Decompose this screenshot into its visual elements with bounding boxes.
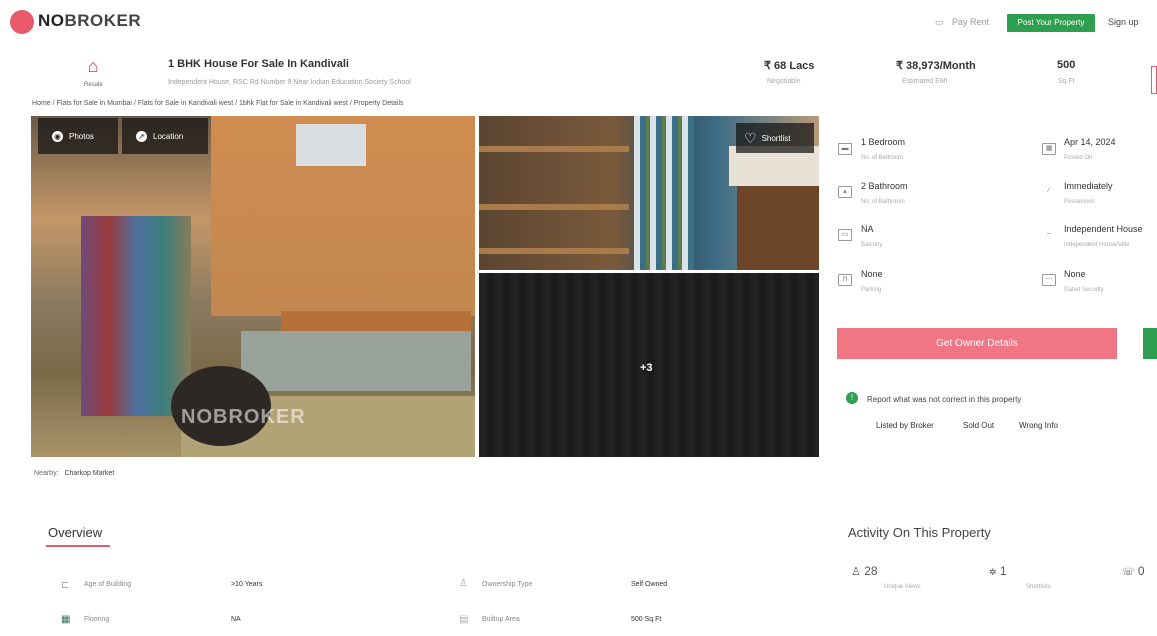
sign-up-link[interactable]: Sign up bbox=[1108, 17, 1139, 27]
star-icon: ✲ bbox=[989, 567, 997, 577]
pay-rent-link[interactable]: ▭ Pay Rent bbox=[935, 17, 989, 28]
nearby-row: Nearby: Charkop Market bbox=[34, 470, 115, 477]
builtup-area-icon: ▤ bbox=[459, 614, 469, 625]
nobroker-logo[interactable]: NOBROKER bbox=[38, 11, 141, 31]
shortlist-button[interactable]: ♡ Shortlist bbox=[736, 123, 814, 153]
report-option-wrong-info[interactable]: Wrong Info bbox=[1019, 421, 1058, 430]
unique-views-label: Unique Views bbox=[884, 584, 921, 590]
overview-value: >10 Years bbox=[231, 581, 263, 588]
nobroker-logo-icon[interactable] bbox=[10, 10, 34, 34]
ownership-icon: ♙ bbox=[459, 578, 468, 589]
detail-gated-security: None bbox=[1064, 269, 1086, 279]
bed-icon: ▬ bbox=[838, 143, 852, 155]
gate-icon: ⋯ bbox=[1042, 274, 1056, 286]
user-icon: ♙ bbox=[851, 566, 861, 578]
more-photos-count[interactable]: +3 bbox=[640, 362, 653, 374]
breadcrumb[interactable]: Home / Flats for Sale in Mumbai / Flats … bbox=[32, 100, 404, 107]
building-age-icon: ⊏ bbox=[61, 580, 70, 591]
emi-sub: Estimated EMI bbox=[902, 78, 948, 85]
overview-tab[interactable]: Overview bbox=[48, 525, 102, 540]
report-icon: ! bbox=[846, 392, 858, 404]
key-icon: ⁄ bbox=[1048, 187, 1050, 194]
area-value: 500 bbox=[1057, 59, 1076, 71]
overview-label: Flooring bbox=[84, 616, 110, 623]
shortlists-count: ✲ 1 bbox=[989, 564, 1007, 578]
overview-label: Builtup Area bbox=[482, 616, 520, 623]
contact-icon: ☏ bbox=[1122, 567, 1135, 578]
shortlists-label: Shortlists bbox=[1026, 584, 1051, 590]
overview-label: Age of Building bbox=[84, 581, 132, 588]
cutoff-badge bbox=[1151, 66, 1157, 94]
resale-label: Resale bbox=[84, 82, 103, 88]
tab-photos[interactable]: ◉ Photos bbox=[38, 118, 118, 154]
report-option-sold-out[interactable]: Sold Out bbox=[963, 421, 994, 430]
heart-icon: ♡ bbox=[744, 129, 757, 146]
secondary-action-button[interactable] bbox=[1143, 328, 1157, 359]
property-title: 1 BHK House For Sale In Kandivali bbox=[168, 58, 349, 70]
compass-icon: ➚ bbox=[136, 130, 147, 142]
card-icon: ▭ bbox=[935, 17, 944, 27]
flooring-icon: ▦ bbox=[61, 614, 71, 625]
car-icon: ⊓ bbox=[838, 274, 852, 286]
camera-icon: ◉ bbox=[52, 130, 63, 142]
detail-bedroom: 1 Bedroom bbox=[861, 137, 906, 147]
house-icon: – bbox=[1047, 230, 1051, 237]
main-property-photo[interactable]: NOBROKER bbox=[31, 116, 475, 457]
price-value: ₹ 68 Lacs bbox=[764, 60, 815, 72]
price-sub: Negotiable bbox=[767, 78, 801, 85]
contacts-count: ☏ 0 bbox=[1122, 564, 1145, 578]
calendar-icon: ▦ bbox=[1042, 143, 1056, 155]
overview-value: NA bbox=[231, 616, 241, 623]
detail-balcony: NA bbox=[861, 224, 874, 234]
emi-value: ₹ 38,973/Month bbox=[896, 60, 976, 72]
detail-property-type: Independent House bbox=[1064, 224, 1143, 234]
bath-icon: ▴ bbox=[838, 186, 852, 198]
post-property-button[interactable]: Post Your Property bbox=[1007, 14, 1095, 32]
overview-tab-underline bbox=[46, 545, 110, 547]
tab-location[interactable]: ➚ Location bbox=[122, 118, 208, 154]
report-link[interactable]: Report what was not correct in this prop… bbox=[867, 395, 1021, 404]
detail-posted-on: Apr 14, 2024 bbox=[1064, 137, 1116, 147]
get-owner-details-button[interactable]: Get Owner Details bbox=[837, 328, 1117, 359]
overview-label: Ownership Type bbox=[482, 581, 533, 588]
activity-title: Activity On This Property bbox=[848, 525, 991, 540]
detail-possession: Immediately bbox=[1064, 181, 1113, 191]
detail-bathroom: 2 Bathroom bbox=[861, 181, 908, 191]
detail-parking: None bbox=[861, 269, 883, 279]
area-sub: Sq.Ft bbox=[1058, 78, 1075, 85]
overview-value: 500 Sq.Ft bbox=[631, 616, 662, 623]
report-option-broker[interactable]: Listed by Broker bbox=[876, 421, 934, 430]
property-subtitle: Independent House, RSC Rd Number 9 Near … bbox=[168, 79, 411, 86]
resale-house-icon: ⌂ bbox=[87, 56, 99, 76]
overview-value: Self Owned bbox=[631, 581, 668, 588]
watermark-text: NOBROKER bbox=[181, 406, 306, 428]
balcony-icon: ▭ bbox=[838, 229, 852, 241]
nearby-place-link[interactable]: Charkop Market bbox=[64, 470, 114, 477]
unique-views-count: ♙ 28 bbox=[851, 564, 878, 578]
